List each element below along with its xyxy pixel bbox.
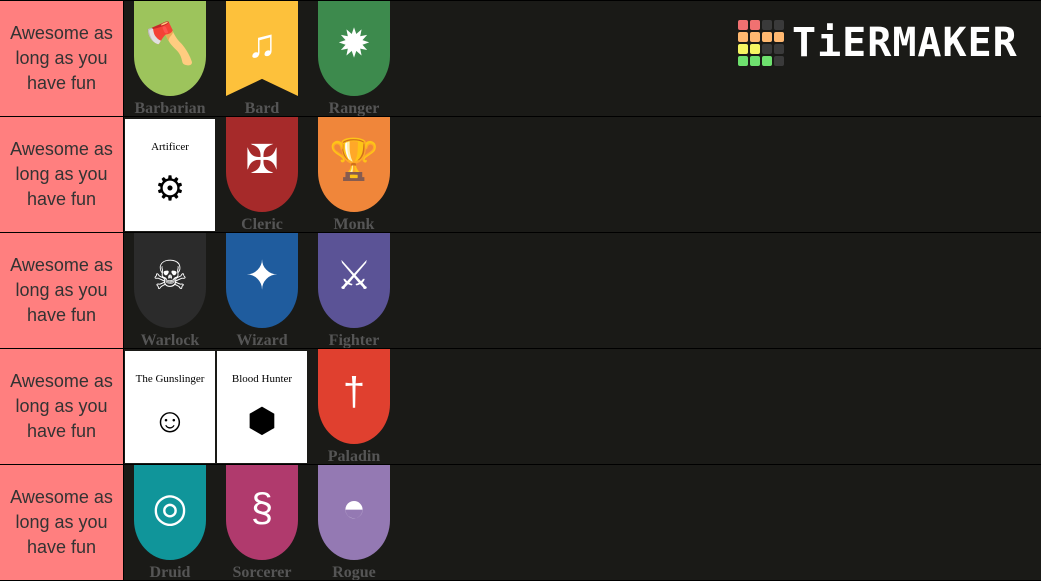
logo-grid-icon <box>738 20 784 66</box>
item-caption: Fighter <box>328 332 380 348</box>
gear-icon: ⚙ <box>154 170 186 208</box>
axe-icon: 🪓 <box>145 22 195 66</box>
tier-items: ☠ Warlock ✦ Wizard ⚔ Fighter <box>124 233 400 348</box>
tier-label[interactable]: Awesome as long as you have fun <box>0 1 124 116</box>
tier-row: Awesome as long as you have fun The Gunsl… <box>0 349 1041 465</box>
logo-cell <box>762 56 772 66</box>
item-image: The Gunslinger ☺ <box>125 351 215 463</box>
tier-row: Awesome as long as you have fun ◎ Druid § So… <box>0 465 1041 581</box>
tiermaker-logo: TiERMAKER <box>738 20 1018 66</box>
tier-items: ◎ Druid § Sorcerer ◓ Rogue <box>124 465 400 580</box>
item-caption: Rogue <box>332 564 376 580</box>
tier-item-warlock[interactable]: ☠ Warlock <box>124 233 216 348</box>
triskele-icon: ◎ <box>152 486 188 530</box>
tier-item-cleric[interactable]: ✠ Cleric <box>216 117 308 232</box>
tier-item-druid[interactable]: ◎ Druid <box>124 465 216 580</box>
logo-cell <box>750 32 760 42</box>
item-caption: Wizard <box>236 332 288 348</box>
item-caption: Bard <box>244 100 280 116</box>
crossed-swords-icon: ⚔ <box>336 254 372 298</box>
tier-item-wizard[interactable]: ✦ Wizard <box>216 233 308 348</box>
tier-item-monk[interactable]: 🏆 Monk <box>308 117 400 232</box>
item-caption: Barbarian <box>134 100 206 116</box>
logo-cell <box>774 56 784 66</box>
tier-item-fighter[interactable]: ⚔ Fighter <box>308 233 400 348</box>
tier-item-blood-hunter[interactable]: Blood Hunter ⬢ <box>216 349 308 464</box>
sword-laurel-icon: † <box>342 370 366 414</box>
logo-cell <box>738 20 748 30</box>
d20-icon: ⬢ <box>247 402 277 440</box>
tier-label[interactable]: Awesome as long as you have fun <box>0 117 124 232</box>
tier-label[interactable]: Awesome as long as you have fun <box>0 465 124 580</box>
item-caption: Blood Hunter <box>231 373 293 385</box>
item-caption: Druid <box>149 564 191 580</box>
stars-flame-icon: ✦ <box>245 254 279 298</box>
item-image: Blood Hunter ⬢ <box>217 351 307 463</box>
item-image: Artificer ⚙ <box>125 119 215 231</box>
logo-cell <box>750 56 760 66</box>
chalice-icon: 🏆 <box>329 138 379 182</box>
logo-cell <box>750 44 760 54</box>
logo-text: TiERMAKER <box>792 20 1018 66</box>
logo-cell <box>774 32 784 42</box>
tier-row: Awesome as long as you have fun Artificer… <box>0 117 1041 233</box>
logo-cell <box>762 44 772 54</box>
tier-item-the-gunslinger[interactable]: The Gunslinger ☺ <box>124 349 216 464</box>
logo-cell <box>738 32 748 42</box>
swirl-icon: § <box>250 486 274 530</box>
tier-item-sorcerer[interactable]: § Sorcerer <box>216 465 308 580</box>
tier-label[interactable]: Awesome as long as you have fun <box>0 349 124 464</box>
tier-item-paladin[interactable]: † Paladin <box>308 349 400 464</box>
tier-items: The Gunslinger ☺ Blood Hunter ⬢ † Paladin <box>124 349 400 464</box>
item-caption: The Gunslinger <box>135 373 205 385</box>
item-caption: Ranger <box>328 100 380 116</box>
item-caption: Monk <box>333 216 375 232</box>
item-caption: Artificer <box>151 141 189 153</box>
hood-icon: ◓ <box>341 486 367 530</box>
logo-cell <box>738 56 748 66</box>
item-caption: Paladin <box>327 448 381 464</box>
item-caption: Sorcerer <box>232 564 292 580</box>
tier-items: 🪓 Barbarian ♫ Bard ✹ Ranger <box>124 1 400 116</box>
tier-items: Artificer ⚙ ✠ Cleric 🏆 Monk <box>124 117 400 232</box>
lute-icon: ♫ <box>247 22 277 66</box>
tier-item-barbarian[interactable]: 🪓 Barbarian <box>124 1 216 116</box>
tier-item-bard[interactable]: ♫ Bard <box>216 1 308 116</box>
logo-cell <box>750 20 760 30</box>
tier-row: Awesome as long as you have fun ☠ Warlock ✦… <box>0 233 1041 349</box>
skull-icon: ☠ <box>152 254 188 298</box>
celtic-cross-icon: ✠ <box>245 138 279 182</box>
logo-cell <box>774 44 784 54</box>
tier-label[interactable]: Awesome as long as you have fun <box>0 233 124 348</box>
item-caption: Warlock <box>140 332 200 348</box>
tier-board: Awesome as long as you have fun 🪓 Barbaria… <box>0 0 1041 581</box>
paw-icon: ✹ <box>337 22 371 66</box>
gunslinger-portrait-icon: ☺ <box>152 402 188 440</box>
logo-cell <box>762 20 772 30</box>
tier-item-artificer[interactable]: Artificer ⚙ <box>124 117 216 232</box>
logo-cell <box>762 32 772 42</box>
tier-item-ranger[interactable]: ✹ Ranger <box>308 1 400 116</box>
logo-cell <box>738 44 748 54</box>
item-caption: Cleric <box>241 216 283 232</box>
tier-item-rogue[interactable]: ◓ Rogue <box>308 465 400 580</box>
logo-cell <box>774 20 784 30</box>
